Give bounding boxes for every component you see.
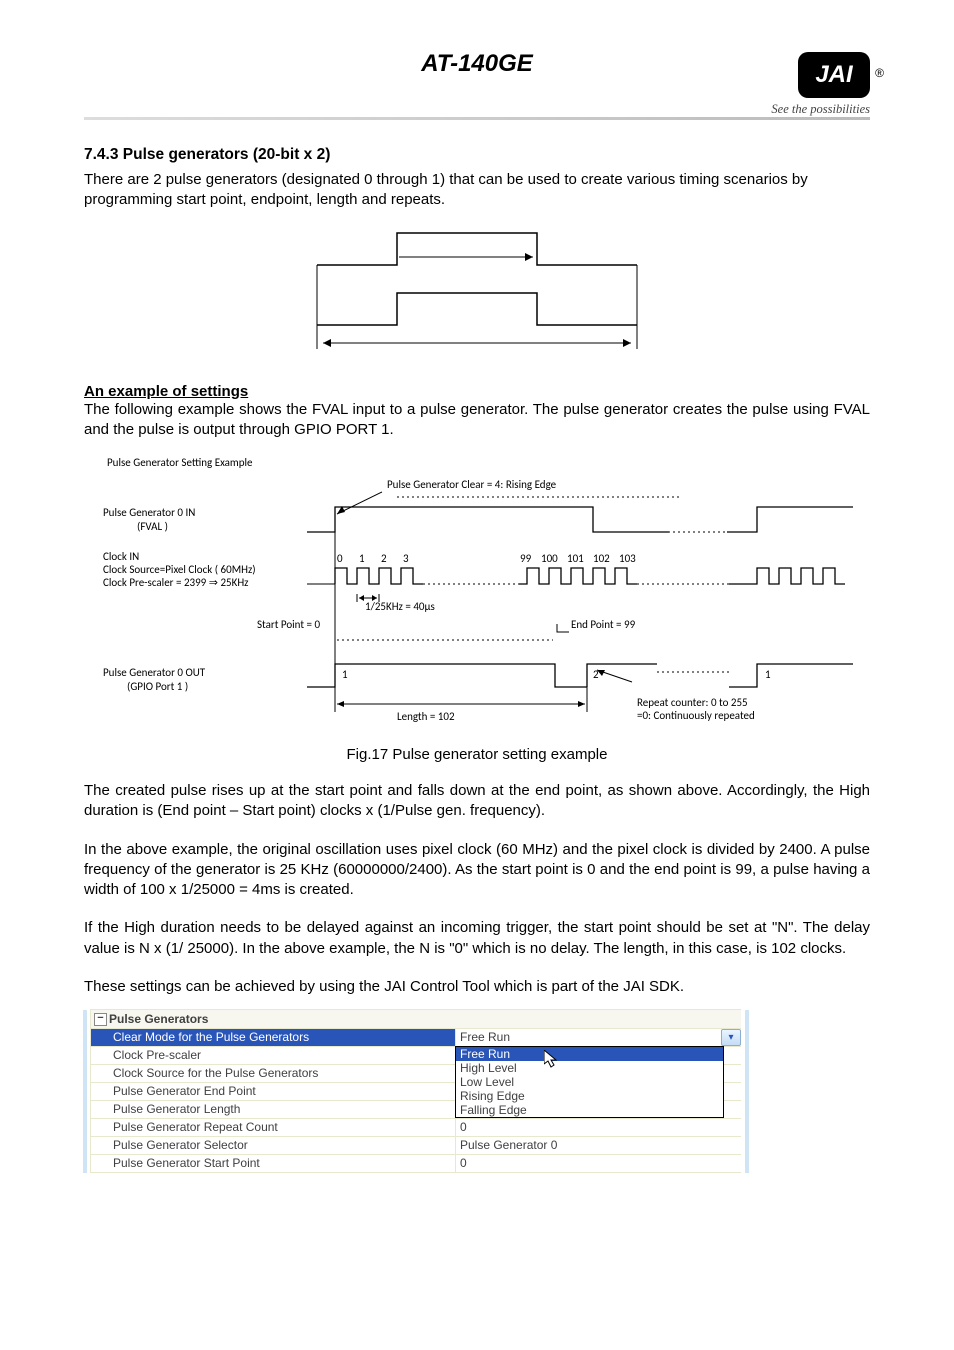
dropdown-item[interactable]: Rising Edge xyxy=(456,1089,723,1103)
cursor-icon xyxy=(544,1050,560,1068)
example-heading: An example of settings xyxy=(84,383,870,400)
property-grid: − Pulse Generators Clear Mode for the Pu… xyxy=(90,1009,741,1173)
clk-label-2: Clock Source=Pixel Clock ( 60MHz) xyxy=(103,563,256,576)
out-label-1: Pulse Generator 0 OUT xyxy=(103,666,206,679)
dropdown-item[interactable]: Low Level xyxy=(456,1075,723,1089)
out-label-2: (GPIO Port 1 ) xyxy=(127,680,188,693)
svg-text:102: 102 xyxy=(593,552,610,565)
logo-text: JAI ® xyxy=(798,52,870,98)
svg-text:0: 0 xyxy=(337,552,343,565)
svg-text:103: 103 xyxy=(619,552,636,565)
p4: These settings can be achieved by using … xyxy=(84,977,870,997)
start-point: Start Point = 0 xyxy=(257,618,320,631)
svg-text:100: 100 xyxy=(541,552,558,565)
grid-row-selected[interactable]: Clear Mode for the Pulse Generators Free… xyxy=(91,1029,741,1047)
prop-value[interactable]: Pulse Generator 0 xyxy=(456,1137,741,1154)
section-title: 7.4.3 Pulse generators (20-bit x 2) xyxy=(84,146,870,164)
prop-name: Clock Source for the Pulse Generators xyxy=(91,1065,456,1082)
clear-label: Pulse Generator Clear = 4: Rising Edge xyxy=(387,478,557,491)
prop-name: Pulse Generator Selector xyxy=(91,1137,456,1154)
prop-name: Pulse Generator Repeat Count xyxy=(91,1119,456,1136)
header-rule xyxy=(84,117,870,120)
page: AT-140GE JAI ® See the possibilities 7.4… xyxy=(0,0,954,1223)
p1: The created pulse rises up at the start … xyxy=(84,781,870,822)
repeat-1: Repeat counter: 0 to 255 xyxy=(637,696,748,709)
dropdown-list[interactable]: Free Run High Level Low Level Rising Edg… xyxy=(455,1046,724,1118)
doc-model: AT-140GE xyxy=(84,50,870,78)
diagram-title: Pulse Generator Setting Example xyxy=(107,456,253,469)
prop-value[interactable]: 0 xyxy=(456,1119,741,1136)
period-label: 1/25KHz = 40µs xyxy=(365,600,435,613)
prop-name: Clock Pre-scaler xyxy=(91,1047,456,1064)
p3: If the High duration needs to be delayed… xyxy=(84,918,870,959)
svg-text:1: 1 xyxy=(342,668,348,681)
svg-text:99: 99 xyxy=(520,552,532,565)
collapse-icon[interactable]: − xyxy=(94,1013,107,1026)
svg-text:2: 2 xyxy=(381,552,387,565)
prop-name: Clear Mode for the Pulse Generators xyxy=(91,1029,456,1046)
svg-text:1: 1 xyxy=(359,552,365,565)
fig-caption: Fig.17 Pulse generator setting example xyxy=(84,746,870,763)
intro-text: There are 2 pulse generators (designated… xyxy=(84,170,870,211)
prop-name: Pulse Generator Start Point xyxy=(91,1155,456,1172)
grid-row[interactable]: Pulse Generator Repeat Count0 xyxy=(91,1119,741,1137)
clk-label-1: Clock IN xyxy=(103,550,139,563)
registered-icon: ® xyxy=(875,50,884,96)
svg-text:3: 3 xyxy=(403,552,409,565)
prop-value[interactable]: 0 xyxy=(456,1155,741,1172)
svg-text:1: 1 xyxy=(765,668,771,681)
envelope-diagram xyxy=(297,225,657,365)
chevron-down-icon[interactable]: ▾ xyxy=(721,1029,741,1046)
example-intro: The following example shows the FVAL inp… xyxy=(84,400,870,441)
prop-name: Pulse Generator End Point xyxy=(91,1083,456,1100)
repeat-2: =0: Continuously repeated xyxy=(637,709,755,722)
grid-row[interactable]: Pulse Generator SelectorPulse Generator … xyxy=(91,1137,741,1155)
logo-area: JAI ® See the possibilities xyxy=(771,52,870,117)
group-header[interactable]: − Pulse Generators xyxy=(91,1010,741,1029)
prop-value[interactable]: Free Run ▾ Free Run High Level Low Level… xyxy=(456,1029,741,1046)
p2: In the above example, the original oscil… xyxy=(84,840,870,901)
in-label-1: Pulse Generator 0 IN xyxy=(103,506,195,519)
svg-text:101: 101 xyxy=(567,552,584,565)
grid-row[interactable]: Pulse Generator Start Point0 xyxy=(91,1155,741,1173)
length-label: Length = 102 xyxy=(397,710,455,723)
tagline: See the possibilities xyxy=(771,102,870,117)
dropdown-item[interactable]: Falling Edge xyxy=(456,1103,723,1117)
timing-diagram: text{font-family:Calibri,Arial,sans-seri… xyxy=(84,452,870,742)
dropdown-item[interactable]: Free Run xyxy=(456,1047,723,1061)
prop-name: Pulse Generator Length xyxy=(91,1101,456,1118)
logo: JAI ® xyxy=(798,52,870,98)
clk-label-3: Clock Pre-scaler = 2399 ⇒ 25KHz xyxy=(103,576,249,589)
in-label-2: (FVAL ) xyxy=(137,520,168,533)
end-point: End Point = 99 xyxy=(571,618,636,631)
dropdown-item[interactable]: High Level xyxy=(456,1061,723,1075)
